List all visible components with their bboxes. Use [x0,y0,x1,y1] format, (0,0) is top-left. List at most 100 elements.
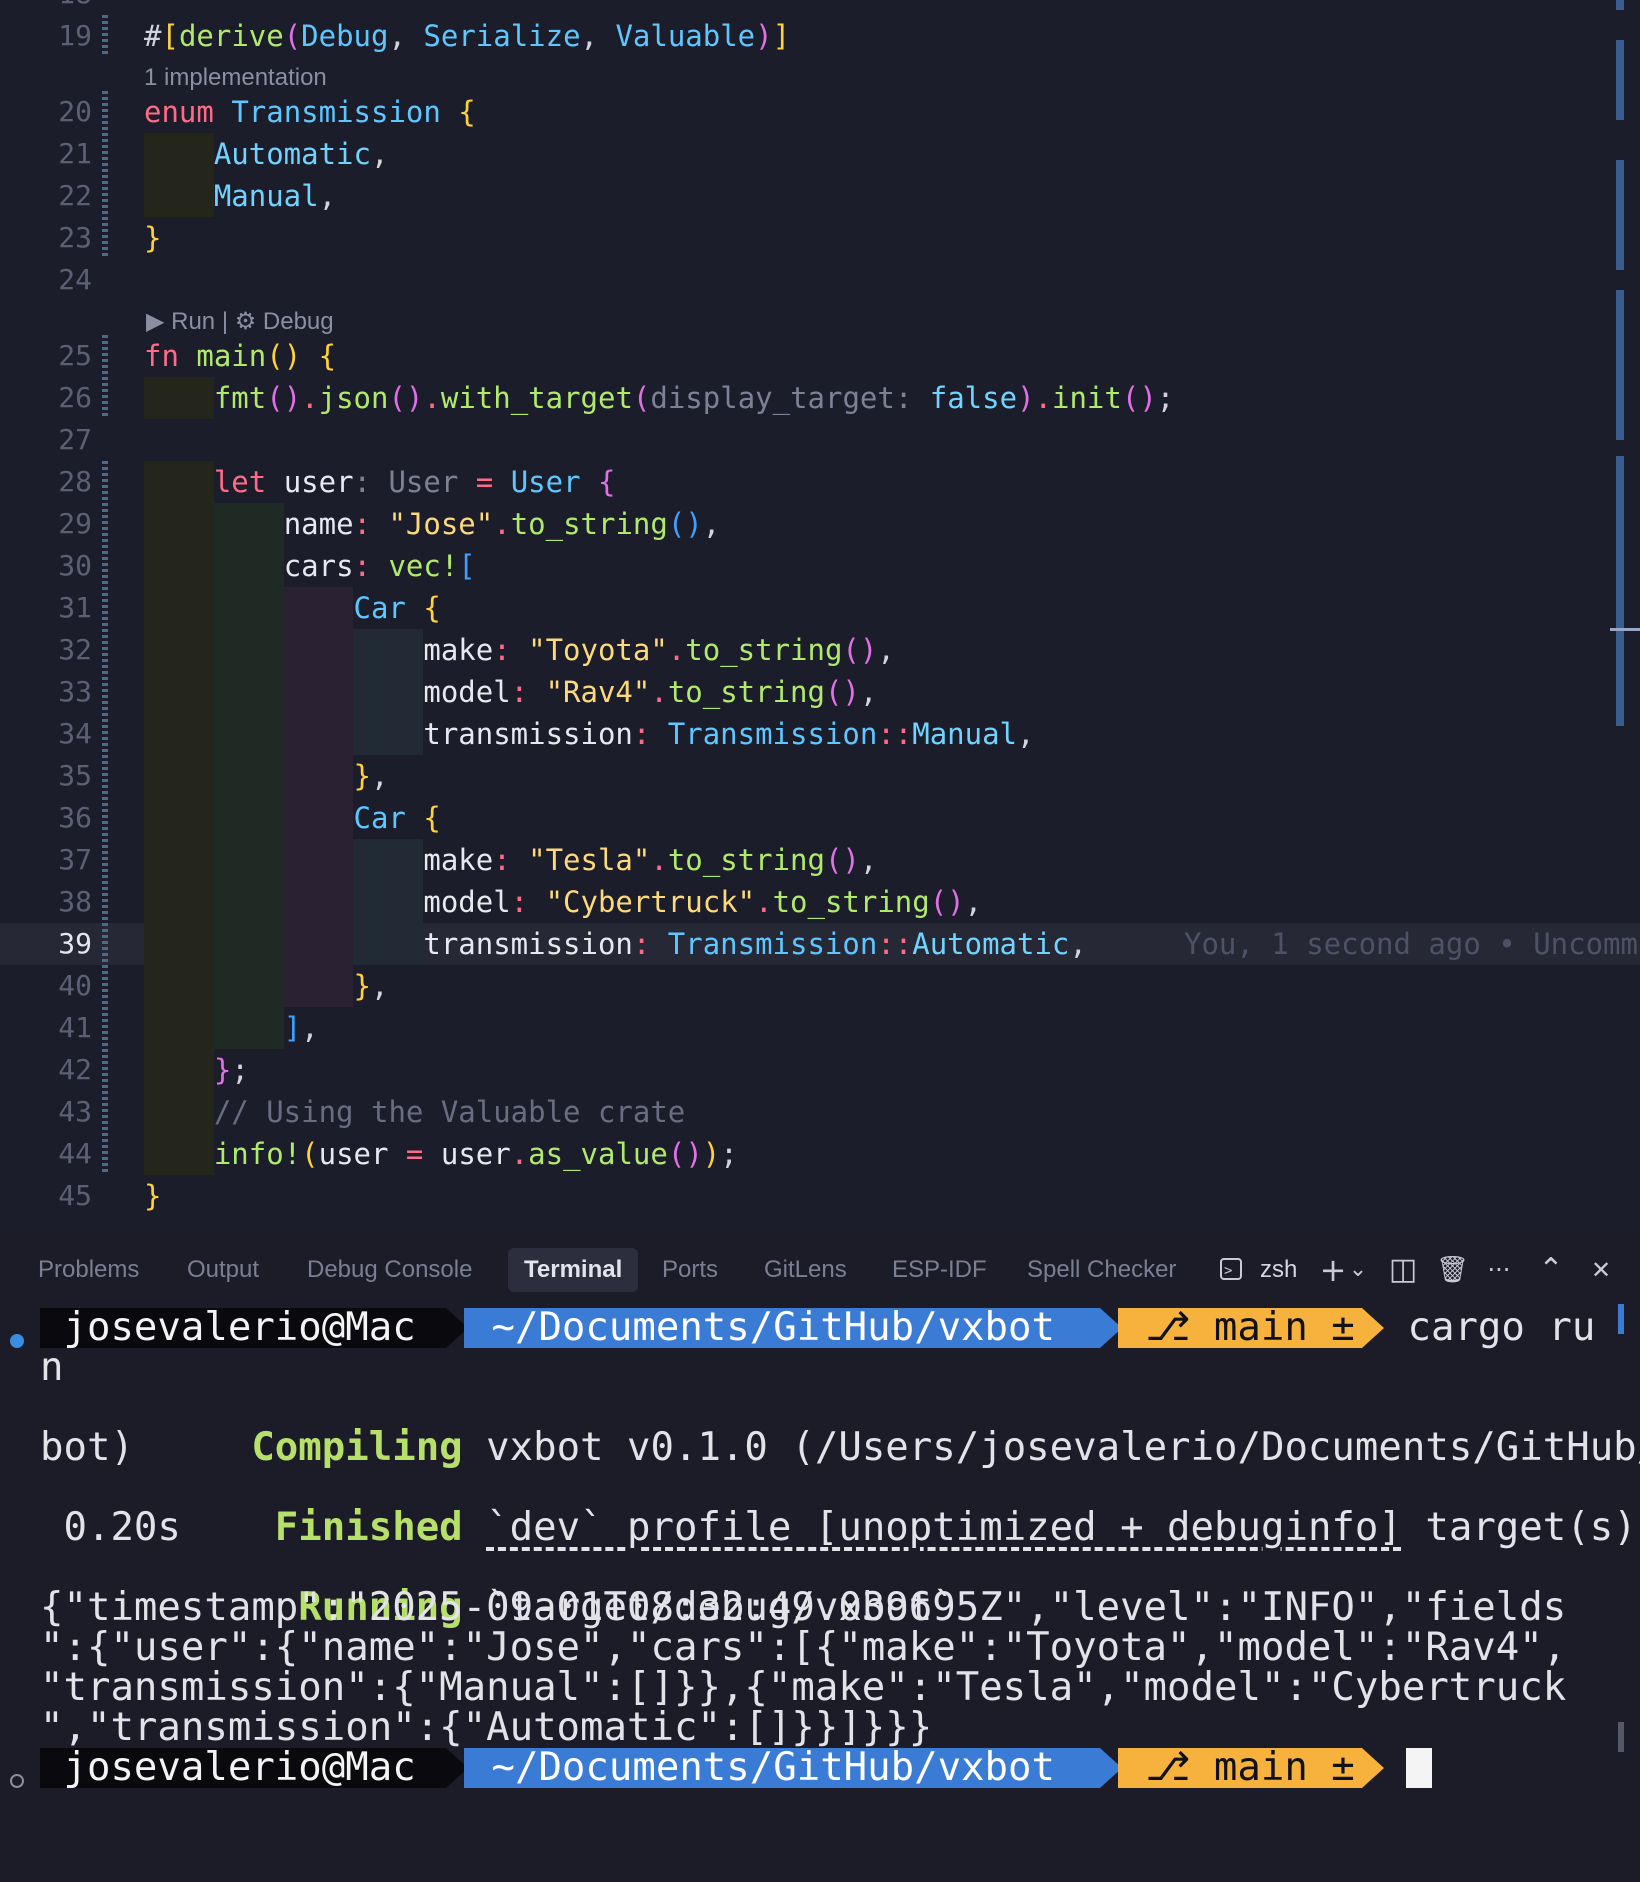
code-text[interactable]: #[derive(Debug, Serialize, Valuable)] [144,15,790,57]
code-text[interactable]: }, [144,755,389,797]
code-line[interactable]: 24 [0,259,1640,301]
code-line[interactable]: 25 fn main() { [0,335,1640,377]
tab-problems[interactable]: Problems [22,1248,155,1292]
git-change-gutter[interactable] [102,1007,108,1049]
code-text[interactable]: transmission: Transmission::Manual, [144,713,1034,755]
code-text[interactable]: transmission: Transmission::Automatic, [144,923,1086,965]
code-text[interactable]: model: "Cybertruck".to_string(), [144,881,982,923]
git-change-gutter[interactable] [102,923,108,965]
scrollbar-change-marker[interactable] [1616,160,1624,270]
code-line[interactable]: 44 info!(user = user.as_value()); [0,1133,1640,1175]
git-change-gutter[interactable] [102,461,108,503]
code-line[interactable]: 31 Car { [0,587,1640,629]
tab-ports[interactable]: Ports [646,1248,734,1292]
git-change-gutter[interactable] [102,377,108,419]
code-editor[interactable]: 1819#[derive(Debug, Serialize, Valuable)… [0,0,1640,1232]
git-change-gutter[interactable] [102,503,108,545]
git-change-gutter[interactable] [102,1049,108,1091]
code-line[interactable]: 41 ], [0,1007,1640,1049]
tab-output[interactable]: Output [171,1248,275,1292]
tab-spell-checker[interactable]: Spell Checker [1011,1248,1192,1292]
git-change-gutter[interactable] [102,15,108,57]
git-change-gutter[interactable] [102,1091,108,1133]
code-text[interactable]: } [144,217,161,259]
code-text[interactable]: Car { [144,587,441,629]
code-line[interactable]: 30 cars: vec![ [0,545,1640,587]
tab-esp-idf[interactable]: ESP-IDF [876,1248,1003,1292]
code-text[interactable]: make: "Toyota".to_string(), [144,629,894,671]
code-text[interactable]: }; [144,1049,249,1091]
git-change-gutter[interactable] [102,629,108,671]
code-line[interactable]: 32 make: "Toyota".to_string(), [0,629,1640,671]
code-line[interactable]: 26 fmt().json().with_target(display_targ… [0,377,1640,419]
code-line[interactable]: 37 make: "Tesla".to_string(), [0,839,1640,881]
code-text[interactable]: cars: vec![ [144,545,476,587]
git-change-gutter[interactable] [102,755,108,797]
tab-terminal[interactable]: Terminal [508,1248,639,1292]
code-line[interactable]: 34 transmission: Transmission::Manual, [0,713,1640,755]
code-line[interactable]: 29 name: "Jose".to_string(), [0,503,1640,545]
git-change-gutter[interactable] [102,175,108,217]
git-change-gutter[interactable] [102,797,108,839]
terminal-scrollbar[interactable] [1618,1722,1624,1752]
code-text[interactable]: } [144,1175,161,1217]
git-change-gutter[interactable] [102,587,108,629]
code-line[interactable]: 21 Automatic, [0,133,1640,175]
more-icon[interactable]: ··· [1484,1250,1514,1290]
git-change-gutter[interactable] [102,965,108,1007]
git-change-gutter[interactable] [102,545,108,587]
git-change-gutter[interactable] [102,335,108,377]
plus-icon[interactable]: + [1316,1250,1350,1290]
code-line[interactable]: 19 #[derive(Debug, Serialize, Valuable)] [0,15,1640,57]
split-icon[interactable]: ◫ [1388,1250,1418,1290]
git-change-gutter[interactable] [102,713,108,755]
code-text[interactable]: name: "Jose".to_string(), [144,503,721,545]
git-change-gutter[interactable] [102,217,108,259]
git-change-gutter[interactable] [102,1133,108,1175]
git-change-gutter[interactable] [102,671,108,713]
code-text[interactable]: fn main() { [144,335,336,377]
code-text[interactable]: model: "Rav4".to_string(), [144,671,877,713]
code-line[interactable]: 18 [0,0,1640,15]
scrollbar-change-marker[interactable] [1616,456,1624,726]
code-text[interactable]: info!(user = user.as_value()); [144,1133,738,1175]
code-line[interactable]: 43 // Using the Valuable crate [0,1091,1640,1133]
terminal-scrollbar[interactable] [1618,1304,1624,1334]
code-line[interactable]: 38 model: "Cybertruck".to_string(), [0,881,1640,923]
terminal-view[interactable]: josevalerio@Mac ~/Documents/GitHub/vxbot… [0,1304,1640,1882]
code-text[interactable]: // Using the Valuable crate [144,1091,685,1133]
scrollbar-change-marker[interactable] [1616,40,1624,120]
scrollbar-change-marker[interactable] [1616,0,1624,10]
git-change-gutter[interactable] [102,91,108,133]
git-change-gutter[interactable] [102,133,108,175]
trash-icon[interactable]: 🗑 [1436,1250,1469,1290]
chevron-down-icon[interactable]: ⌄ [1348,1250,1368,1290]
chevron-up-icon[interactable]: ⌃ [1536,1250,1566,1290]
code-text[interactable]: Manual, [144,175,336,217]
tab-debug-console[interactable]: Debug Console [291,1248,488,1292]
code-text[interactable]: make: "Tesla".to_string(), [144,839,877,881]
close-icon[interactable]: ✕ [1586,1250,1616,1290]
code-line[interactable]: 28 let user: User = User { [0,461,1640,503]
code-line[interactable]: 45} [0,1175,1640,1217]
terminal-selector[interactable]: >_ zsh [1220,1250,1302,1290]
code-text[interactable]: Automatic, [144,133,389,175]
code-text[interactable]: let user: User = User { [144,461,616,503]
scrollbar-change-marker[interactable] [1616,290,1624,410]
git-change-gutter[interactable] [102,839,108,881]
tab-gitlens[interactable]: GitLens [748,1248,863,1292]
code-text[interactable]: enum Transmission { [144,91,476,133]
code-line[interactable]: 42 }; [0,1049,1640,1091]
code-line[interactable]: 40 }, [0,965,1640,1007]
code-line[interactable]: 39 transmission: Transmission::Automatic… [0,923,1640,965]
code-text[interactable]: }, [144,965,389,1007]
code-line[interactable]: 35 }, [0,755,1640,797]
git-change-gutter[interactable] [102,881,108,923]
code-line[interactable]: 36 Car { [0,797,1640,839]
code-line[interactable]: 27 [0,419,1640,461]
code-line[interactable]: 23} [0,217,1640,259]
code-line[interactable]: 20 enum Transmission { [0,91,1640,133]
code-text[interactable]: fmt().json().with_target(display_target:… [144,377,1174,419]
code-text[interactable]: ], [144,1007,319,1049]
code-line[interactable]: 33 model: "Rav4".to_string(), [0,671,1640,713]
